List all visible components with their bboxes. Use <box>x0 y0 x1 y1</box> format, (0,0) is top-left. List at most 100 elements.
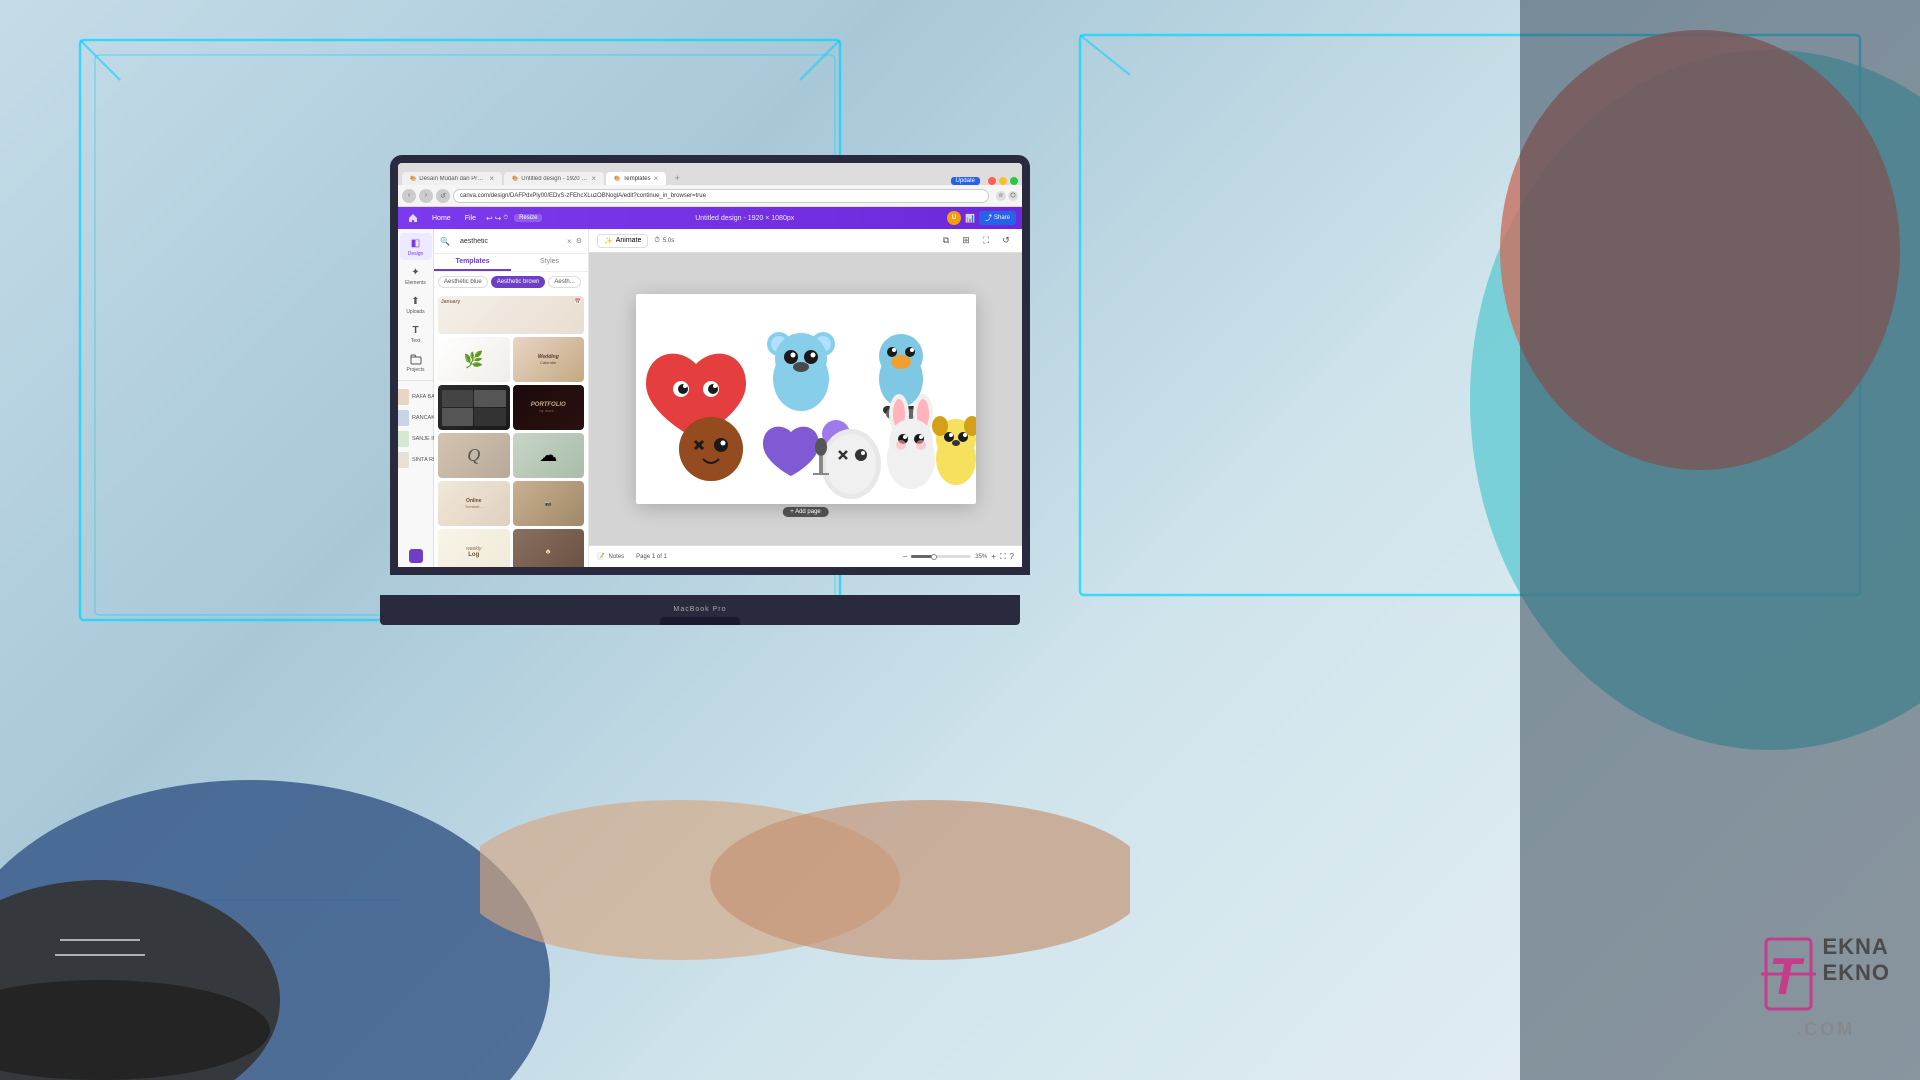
sidebar-item-uploads[interactable]: ⬆ Uploads <box>400 291 432 318</box>
template-preview-3: Wedding Calendar <box>513 337 585 382</box>
filter-chip-aesthetic-other[interactable]: Aesth... <box>548 276 580 288</box>
sidebar-item-elements[interactable]: ✦ Elements <box>400 262 432 289</box>
browser-forward[interactable]: › <box>419 189 433 203</box>
stats-icon[interactable]: 📊 <box>965 214 975 223</box>
tab-close-1[interactable]: × <box>489 174 494 183</box>
canvas-main-area: + Add page <box>589 253 1022 545</box>
new-tab-button[interactable]: + <box>670 171 684 185</box>
user-avatar[interactable]: U <box>947 211 961 225</box>
share-button[interactable]: ⤴ Share <box>979 211 1016 225</box>
sidebar-item-text[interactable]: T Text <box>400 320 432 347</box>
extensions-icon[interactable]: ⬡ <box>1008 191 1018 201</box>
uploads-icon: ⬆ <box>409 294 423 308</box>
canvas-time-display[interactable]: ⏱ 5.0s <box>654 237 674 245</box>
watermark: T EKNA EKNO .COM <box>1761 934 1890 1040</box>
canvas-action-icons: ⧉ ⊞ ⛶ ↺ <box>938 233 1014 249</box>
window-minimize[interactable] <box>999 177 1007 185</box>
undo-button[interactable]: ↩ <box>486 214 493 223</box>
template-preview-1: January 📅 <box>438 296 584 334</box>
laptop-brand-label: MacBook Pro <box>673 606 726 613</box>
template-card-1[interactable]: January 📅 <box>438 296 584 334</box>
projects-icon <box>409 352 423 366</box>
filter-chip-aesthetic-blue[interactable]: Aesthetic blue <box>438 276 488 288</box>
bt21-illustration <box>636 294 976 504</box>
redo-button[interactable]: ↪ <box>495 214 502 223</box>
color-swatch[interactable] <box>409 549 423 563</box>
browser-url-bar[interactable]: canva.com/design/DAFPdxPly00/EDvS-zFEhcX… <box>453 189 989 203</box>
window-maximize[interactable] <box>1010 177 1018 185</box>
folder-thumb-2 <box>398 410 409 426</box>
browser-back[interactable]: ‹ <box>402 189 416 203</box>
canva-sidebar-icons: ◧ Design ✦ Elements ⬆ Uploads T <box>398 229 434 567</box>
text-icon: T <box>409 323 423 337</box>
template-card-10[interactable]: weekly Log <box>438 529 510 567</box>
help-icon[interactable]: ? <box>1010 552 1014 561</box>
zoom-out-icon[interactable]: − <box>903 552 908 561</box>
filter-chips-row: Aesthetic blue Aesthetic brown Aesth... <box>434 272 588 292</box>
template-preview-11: 🏠 <box>513 529 585 567</box>
template-card-6[interactable]: Q <box>438 433 510 478</box>
template-card-4[interactable] <box>438 385 510 430</box>
sidebar-item-projects[interactable]: Projects <box>400 349 432 376</box>
template-card-8[interactable]: Online Tumbuh... <box>438 481 510 526</box>
folder-thumb-3 <box>398 431 409 447</box>
tab-styles[interactable]: Styles <box>511 254 588 271</box>
canva-file-menu[interactable]: File <box>461 213 480 224</box>
folder-thumb-4 <box>398 452 409 468</box>
canva-topbar: Home File ↩ ↪ ⏱ Resize Untitled design -… <box>398 207 1022 229</box>
canvas-grid-icon[interactable]: ⊞ <box>958 233 974 249</box>
tab-close-2[interactable]: × <box>591 174 596 183</box>
canvas-copy-icon[interactable]: ⧉ <box>938 233 954 249</box>
search-input[interactable] <box>454 233 563 249</box>
canvas-bottom-bar: 📝 Notes Page 1 of 1 − 35% <box>589 545 1022 567</box>
browser-tab-1[interactable]: 🎨 Desain Mudah dan Praktis deng... × <box>402 172 502 185</box>
folder-thumb-1 <box>398 389 409 405</box>
template-preview-2: 🌿 <box>438 337 510 382</box>
canva-app: Home File ↩ ↪ ⏱ Resize Untitled design -… <box>398 207 1022 567</box>
canva-workspace: ◧ Design ✦ Elements ⬆ Uploads T <box>398 229 1022 567</box>
elements-icon: ✦ <box>409 265 423 279</box>
svg-text:T: T <box>1769 948 1805 1006</box>
search-clear-icon[interactable]: × <box>567 237 572 246</box>
tab-close-3[interactable]: × <box>654 174 659 183</box>
browser-tab-3[interactable]: 🎨 Templates × <box>606 172 666 185</box>
canva-resize-button[interactable]: Resize <box>514 214 542 222</box>
canvas-fullscreen-icon[interactable]: ⛶ <box>978 233 994 249</box>
person-silhouette <box>1020 0 1920 1080</box>
watermark-domain: .COM <box>1796 1019 1855 1040</box>
template-card-2[interactable]: 🌿 <box>438 337 510 382</box>
template-card-5[interactable]: PORTFOLIO by laure... <box>513 385 585 430</box>
template-card-7[interactable]: ☁ <box>513 433 585 478</box>
canvas-refresh-icon[interactable]: ↺ <box>998 233 1014 249</box>
notes-button[interactable]: 📝 Notes Page 1 of 1 <box>597 553 667 560</box>
browser-update-button[interactable]: Update <box>951 177 980 185</box>
bookmark-icon[interactable]: ☆ <box>996 191 1006 201</box>
browser-refresh[interactable]: ↺ <box>436 189 450 203</box>
topbar-actions: U 📊 ⤴ Share <box>947 211 1016 225</box>
canvas-page[interactable] <box>636 294 976 504</box>
canva-home-button[interactable] <box>404 209 422 227</box>
sidebar-item-design[interactable]: ◧ Design <box>400 233 432 260</box>
template-preview-5: PORTFOLIO by laure... <box>513 385 585 430</box>
template-card-3[interactable]: Wedding Calendar <box>513 337 585 382</box>
zoom-slider[interactable] <box>911 555 971 558</box>
template-preview-8: Online Tumbuh... <box>438 481 510 526</box>
zoom-level-label: 35% <box>975 554 987 560</box>
browser-tab-2[interactable]: 🎨 Untitled design - 1920 × 1080p... × <box>504 172 604 185</box>
search-filter-icon[interactable]: ⚙ <box>576 237 582 245</box>
template-card-9[interactable]: 📸 <box>513 481 585 526</box>
canva-home-menu[interactable]: Home <box>428 213 455 224</box>
templates-panel: 🔍 × ⚙ Templates Styles Aesthetic b <box>434 229 589 567</box>
template-card-11[interactable]: 🏠 <box>513 529 585 567</box>
fullscreen-icon[interactable]: ⛶ <box>1000 552 1006 562</box>
filter-chip-aesthetic-brown[interactable]: Aesthetic brown <box>491 276 546 288</box>
template-preview-7: ☁ <box>513 433 585 478</box>
panel-tabs: Templates Styles <box>434 254 588 272</box>
add-page-button[interactable]: + Add page <box>782 507 829 517</box>
zoom-in-icon[interactable]: + <box>991 552 996 561</box>
browser-toolbar: ‹ › ↺ canva.com/design/DAFPdxPly00/EDvS-… <box>398 185 1022 207</box>
templates-grid: January 📅 🌿 <box>434 292 588 567</box>
window-close[interactable] <box>988 177 996 185</box>
tab-templates[interactable]: Templates <box>434 254 511 271</box>
animate-button[interactable]: ✨ Animate <box>597 234 648 248</box>
